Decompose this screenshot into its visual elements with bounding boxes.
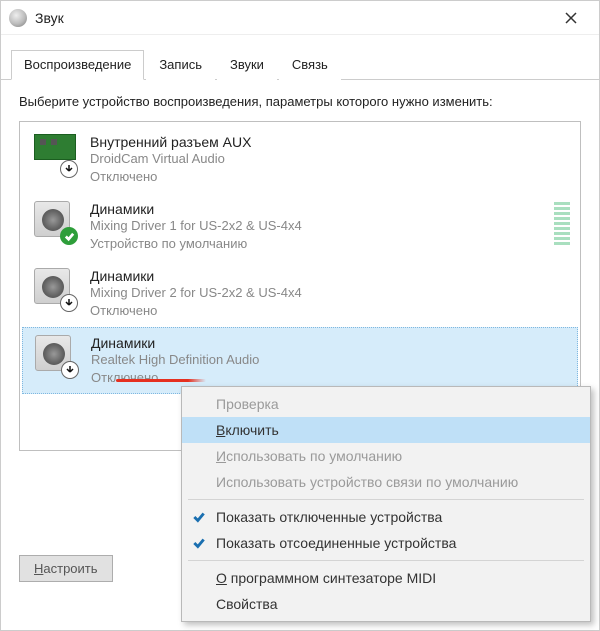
device-description: DroidCam Virtual Audio [90,150,570,168]
tab-3[interactable]: Связь [279,50,341,80]
menu-item[interactable]: Свойства [182,591,590,617]
device-description: Mixing Driver 1 for US-2x2 & US-4x4 [90,217,548,235]
device-name: Внутренний разъем AUX [90,134,570,150]
tabstrip: ВоспроизведениеЗаписьЗвукиСвязь [1,35,599,80]
menu-separator [188,560,584,561]
device-status: Устройство по умолчанию [90,235,548,253]
device-name: Динамики [90,201,548,217]
menu-item-label: О программном синтезаторе MIDI [216,570,436,586]
down-arrow-icon [60,160,78,178]
device-row[interactable]: ДинамикиMixing Driver 1 for US-2x2 & US-… [20,193,580,260]
device-text: Внутренний разъем AUXDroidCam Virtual Au… [90,134,570,185]
device-status: Отключено [90,302,570,320]
device-description: Mixing Driver 2 for US-2x2 & US-4x4 [90,284,570,302]
device-icon [35,335,77,377]
menu-item[interactable]: Показать отсоединенные устройства [182,530,590,556]
window-title: Звук [35,10,551,26]
close-icon [565,12,577,24]
menu-item: Использовать устройство связи по умолчан… [182,469,590,495]
level-meter [554,201,570,245]
context-menu: Проверка Включить Использовать по умолчани… [181,386,591,622]
annotation-underline [116,379,206,382]
titlebar: Звук [1,1,599,35]
device-icon [34,134,76,176]
device-name: Динамики [90,268,570,284]
instruction-text: Выберите устройство воспроизведения, пар… [19,94,581,109]
menu-item-label: Показать отключенные устройства [216,509,442,525]
menu-item[interactable]: О программном синтезаторе MIDI [182,565,590,591]
menu-item-label: Показать отсоединенные устройства [216,535,456,551]
menu-item-label: Свойства [216,596,277,612]
device-name: Динамики [91,335,569,351]
footer: Настроить [19,555,113,582]
menu-item-label: Включить [216,422,279,438]
device-row[interactable]: Внутренний разъем AUXDroidCam Virtual Au… [20,126,580,193]
tab-1[interactable]: Запись [146,50,215,80]
menu-item-label: Использовать устройство связи по умолчан… [216,474,518,490]
menu-item: Использовать по умолчанию [182,443,590,469]
device-row[interactable]: ДинамикиMixing Driver 2 for US-2x2 & US-… [20,260,580,327]
menu-item: Проверка [182,391,590,417]
menu-item[interactable]: Показать отключенные устройства [182,504,590,530]
check-icon [60,227,78,245]
device-row[interactable]: ДинамикиRealtek High Definition AudioОтк… [22,327,578,394]
checkmark-icon [192,536,206,550]
menu-item-label: Проверка [216,396,279,412]
down-arrow-icon [60,294,78,312]
checkmark-icon [192,510,206,524]
device-description: Realtek High Definition Audio [91,351,569,369]
sound-window: Звук ВоспроизведениеЗаписьЗвукиСвязь Выб… [0,0,600,631]
menu-separator [188,499,584,500]
tab-0[interactable]: Воспроизведение [11,50,144,80]
menu-item[interactable]: Включить [182,417,590,443]
close-button[interactable] [551,4,591,32]
tab-2[interactable]: Звуки [217,50,277,80]
device-icon [34,268,76,310]
down-arrow-icon [61,361,79,379]
device-text: ДинамикиMixing Driver 1 for US-2x2 & US-… [90,201,548,252]
device-icon [34,201,76,243]
sound-icon [9,9,27,27]
menu-item-label: Использовать по умолчанию [216,448,402,464]
device-text: ДинамикиMixing Driver 2 for US-2x2 & US-… [90,268,570,319]
device-status: Отключено [90,168,570,186]
configure-button[interactable]: Настроить [19,555,113,582]
device-status: Отключено [91,369,569,387]
